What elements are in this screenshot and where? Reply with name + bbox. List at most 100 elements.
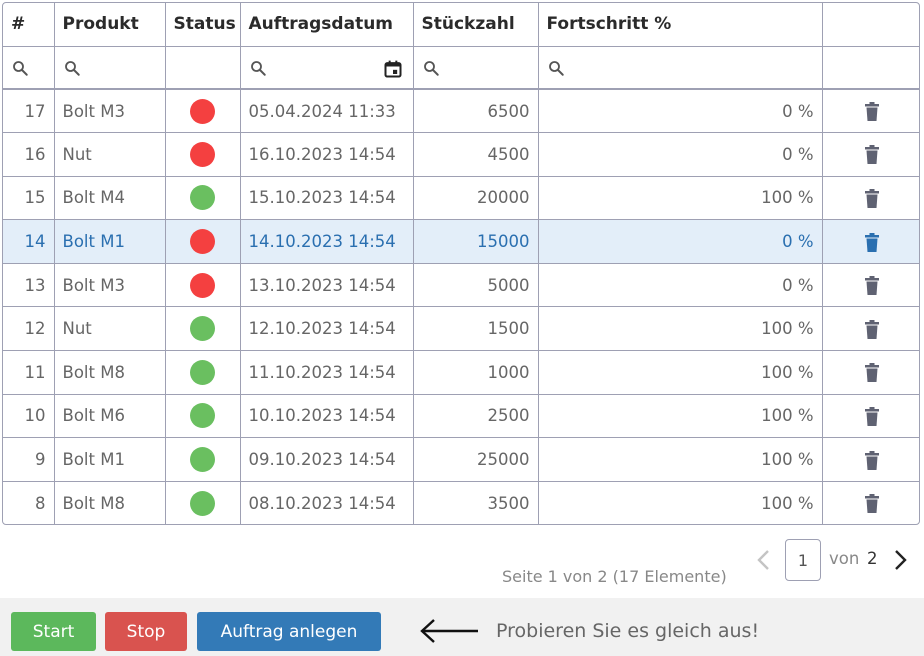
status-dot [190,272,215,298]
table-row[interactable]: 14 Bolt M1 14.10.2023 14:54 15000 0 % [3,219,919,264]
header-row: # Produkt Status Auftragsdatum Stückzahl… [3,3,919,47]
orders-table: # Produkt Status Auftragsdatum Stückzahl… [3,3,919,524]
cell-product: Bolt M6 [54,394,166,439]
pager-summary: Seite 1 von 2 (17 Elemente) [502,567,727,586]
trash-icon [864,406,879,426]
status-dot [190,490,215,516]
page-of-label: von [829,549,860,568]
col-header-date[interactable]: Auftragsdatum [240,3,414,47]
cell-product: Bolt M3 [54,263,166,308]
table-row[interactable]: 16 Nut 16.10.2023 14:54 4500 0 % [3,132,919,177]
cell-delete[interactable] [822,132,919,177]
cell-delete[interactable] [822,306,919,352]
cell-delete[interactable] [822,481,919,524]
cell-date: 12.10.2023 14:54 [240,306,414,352]
arrow-left-icon [420,619,478,643]
action-bar: Start Stop Auftrag anlegen Probieren Sie… [0,598,924,656]
filter-product[interactable] [54,46,166,90]
status-dot [190,316,215,342]
table-row[interactable]: 9 Bolt M1 09.10.2023 14:54 25000 100 % [3,437,919,482]
cell-id: 14 [3,219,55,264]
cell-delete[interactable] [822,263,919,308]
stop-button[interactable]: Stop [105,612,187,651]
chevron-right-icon[interactable] [888,546,912,574]
filter-status[interactable] [165,46,241,90]
start-button[interactable]: Start [11,612,96,651]
filter-date[interactable] [240,46,414,90]
cell-delete[interactable] [822,219,919,264]
cell-progress: 100 % [538,176,823,221]
table-row[interactable]: 10 Bolt M6 10.10.2023 14:54 2500 100 % [3,394,919,439]
page-number-input[interactable]: 1 [785,539,821,581]
filter-actions [822,46,919,90]
search-icon [64,61,80,76]
col-header-product[interactable]: Produkt [54,3,166,47]
cell-progress: 100 % [538,481,823,524]
cell-date: 13.10.2023 14:54 [240,263,414,308]
cell-progress: 100 % [538,437,823,482]
trash-icon [864,450,879,470]
cell-id: 8 [3,481,55,524]
cell-date: 11.10.2023 14:54 [240,350,414,395]
cell-quantity: 2500 [413,394,539,439]
cell-status [165,89,241,134]
table-row[interactable]: 12 Nut 12.10.2023 14:54 1500 100 % [3,306,919,352]
chevron-left-icon[interactable] [752,546,776,574]
cell-status [165,263,241,308]
create-order-button[interactable]: Auftrag anlegen [197,612,381,651]
status-dot [190,403,215,429]
cell-progress: 0 % [538,132,823,177]
cell-date: 09.10.2023 14:54 [240,437,414,482]
orders-grid: # Produkt Status Auftragsdatum Stückzahl… [2,2,920,525]
trash-icon [864,363,879,383]
filter-quantity[interactable] [413,46,539,90]
search-icon [548,61,564,76]
cell-delete[interactable] [822,176,919,221]
hint-text: Probieren Sie es gleich aus! [496,620,760,642]
cell-status [165,219,241,264]
cell-progress: 0 % [538,89,823,134]
cell-quantity: 1500 [413,306,539,352]
cell-id: 10 [3,394,55,439]
cell-product: Bolt M8 [54,350,166,395]
cell-product: Nut [54,306,166,352]
cell-product: Bolt M8 [54,481,166,524]
cell-delete[interactable] [822,350,919,395]
status-dot [190,229,215,255]
cell-quantity: 15000 [413,219,539,264]
col-header-progress[interactable]: Fortschritt % [538,3,823,47]
col-header-actions [822,3,919,47]
cell-date: 08.10.2023 14:54 [240,481,414,524]
filter-id[interactable] [3,46,55,90]
cell-id: 13 [3,263,55,308]
cell-quantity: 6500 [413,89,539,134]
table-row[interactable]: 15 Bolt M4 15.10.2023 14:54 20000 100 % [3,176,919,221]
cell-quantity: 20000 [413,176,539,221]
cell-progress: 100 % [538,306,823,352]
table-row[interactable]: 17 Bolt M3 05.04.2024 11:33 6500 0 % [3,89,919,134]
col-header-id[interactable]: # [3,3,55,47]
col-header-status[interactable]: Status [165,3,241,47]
search-icon [250,61,266,76]
filter-progress[interactable] [538,46,823,90]
search-icon [423,61,439,76]
cell-status [165,176,241,221]
table-row[interactable]: 13 Bolt M3 13.10.2023 14:54 5000 0 % [3,263,919,308]
cell-status [165,350,241,395]
cell-progress: 0 % [538,219,823,264]
col-header-quantity[interactable]: Stückzahl [413,3,539,47]
cell-status [165,437,241,482]
table-row[interactable]: 8 Bolt M8 08.10.2023 14:54 3500 100 % [3,481,919,524]
cell-date: 05.04.2024 11:33 [240,89,414,134]
cell-date: 15.10.2023 14:54 [240,176,414,221]
cell-delete[interactable] [822,437,919,482]
cell-delete[interactable] [822,89,919,134]
cell-quantity: 1000 [413,350,539,395]
cell-delete[interactable] [822,394,919,439]
trash-icon [864,276,879,296]
calendar-icon[interactable] [383,59,403,79]
cell-progress: 100 % [538,350,823,395]
cell-quantity: 4500 [413,132,539,177]
cell-status [165,394,241,439]
table-row[interactable]: 11 Bolt M8 11.10.2023 14:54 1000 100 % [3,350,919,395]
